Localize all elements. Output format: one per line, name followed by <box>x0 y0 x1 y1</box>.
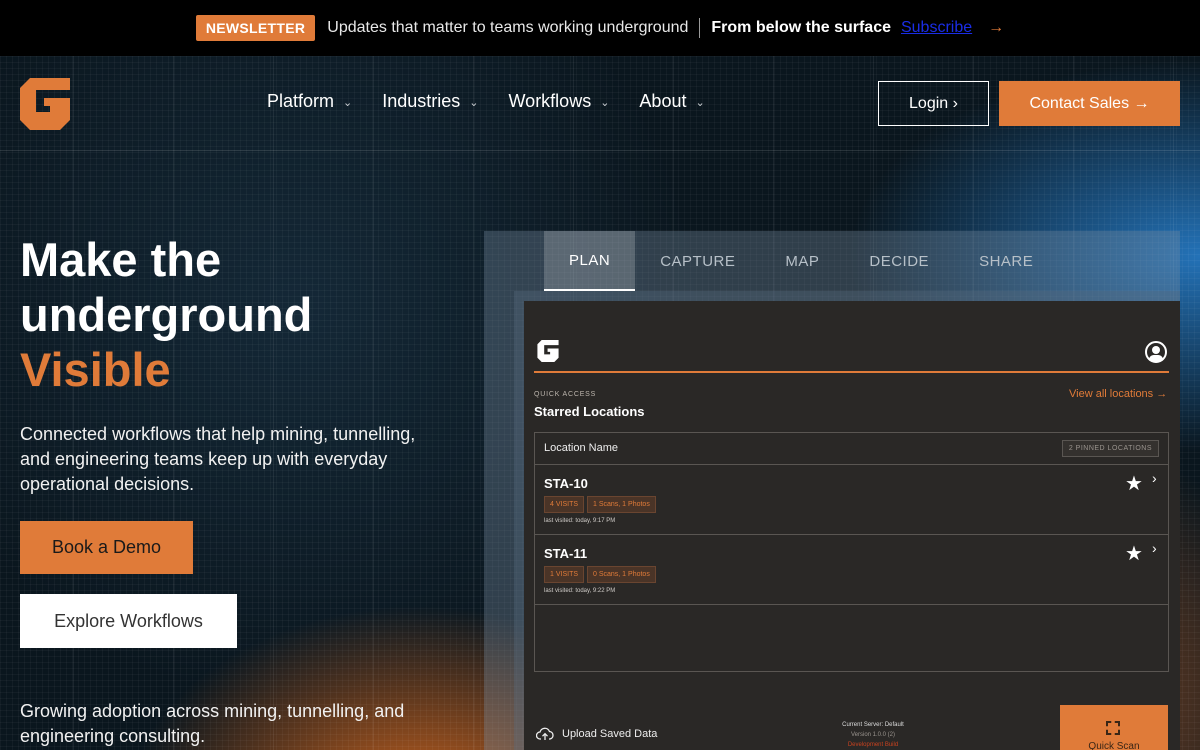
scan-icon <box>1106 721 1120 735</box>
workflow-tabs: PLAN CAPTURE MAP DECIDE SHARE <box>544 231 1058 291</box>
adoption-text: Growing adoption across mining, tunnelli… <box>20 701 405 746</box>
starred-locations-title: Starred Locations <box>534 404 645 419</box>
user-avatar-icon[interactable] <box>1145 341 1167 363</box>
counts-badge: 1 Scans, 1 Photos <box>587 496 656 513</box>
app-header-divider <box>534 371 1169 373</box>
menu-item-workflows[interactable]: Workflows ⌄ <box>509 91 610 112</box>
table-header: Location Name 2 PINNED LOCATIONS <box>535 433 1168 465</box>
subscribe-link[interactable]: Subscribe <box>901 19 972 37</box>
primary-menu: Platform ⌄ Industries ⌄ Workflows ⌄ Abou… <box>267 91 735 112</box>
menu-item-industries[interactable]: Industries ⌄ <box>382 91 478 112</box>
hero-headline: Make the underground Visible <box>20 232 312 397</box>
location-name: STA-11 <box>544 546 588 561</box>
star-icon[interactable]: ★ <box>1125 541 1143 566</box>
view-all-locations-link[interactable]: View all locations → <box>1069 388 1167 400</box>
menu-label: Industries <box>382 91 461 111</box>
newsletter-badge: NEWSLETTER <box>195 15 316 41</box>
quick-scan-label: Quick Scan <box>1088 741 1140 750</box>
visits-badge: 1 VISITS <box>544 566 585 583</box>
last-visited: last visited: today, 9:17 PM <box>544 518 616 524</box>
chevron-right-icon[interactable]: › <box>1152 540 1157 556</box>
version-label: Version 1.0.0 (2) <box>850 732 896 738</box>
chevron-down-icon: ⌄ <box>343 97 353 109</box>
cloud-upload-icon <box>536 727 554 740</box>
column-header-location: Location Name <box>544 442 618 454</box>
newsletter-bar: NEWSLETTER Updates that matter to teams … <box>0 0 1200 56</box>
table-row[interactable]: STA-10 4 VISITS 1 Scans, 1 Photos last v… <box>535 465 1168 535</box>
locations-table: Location Name 2 PINNED LOCATIONS STA-10 … <box>534 432 1169 672</box>
tab-share[interactable]: SHARE <box>954 231 1058 291</box>
divider <box>699 18 701 38</box>
arrow-right-icon[interactable]: → <box>988 19 1004 37</box>
menu-label: Workflows <box>508 91 592 111</box>
pinned-count-badge: 2 PINNED LOCATIONS <box>1061 440 1159 457</box>
location-name: STA-10 <box>544 476 588 491</box>
tab-plan[interactable]: PLAN <box>544 231 636 291</box>
newsletter-message: Updates that matter to teams working und… <box>327 19 689 36</box>
menu-label: About <box>639 91 687 111</box>
login-button[interactable]: Login › <box>878 81 989 126</box>
brand-logo-icon[interactable] <box>20 78 70 130</box>
build-label: Development Build <box>847 742 899 748</box>
server-info: Current Server: Default Version 1.0.0 (2… <box>780 720 966 750</box>
last-visited: last visited: today, 9:22 PM <box>544 588 616 594</box>
visits-badge: 4 VISITS <box>544 496 585 513</box>
newsletter-tagline: From below the surface <box>711 19 891 36</box>
server-label: Current Server: Default <box>842 722 904 728</box>
menu-item-platform[interactable]: Platform ⌄ <box>267 91 352 112</box>
chevron-down-icon: ⌄ <box>695 97 705 109</box>
hero-subheading: Connected workflows that help mining, tu… <box>20 424 416 494</box>
app-logo-icon <box>537 340 559 362</box>
headline-line-2: underground <box>20 288 313 341</box>
quick-access-label: QUICK ACCESS <box>534 391 597 398</box>
chevron-down-icon: ⌄ <box>469 97 479 109</box>
contact-sales-button[interactable]: Contact Sales → <box>999 81 1180 126</box>
chevron-down-icon: ⌄ <box>600 97 610 109</box>
upload-label: Upload Saved Data <box>562 728 658 740</box>
menu-item-about[interactable]: About ⌄ <box>639 91 704 112</box>
headline-accent: Visible <box>20 343 171 396</box>
book-demo-button[interactable]: Book a Demo <box>20 521 193 574</box>
explore-workflows-button[interactable]: Explore Workflows <box>20 594 237 648</box>
menu-label: Platform <box>267 91 335 111</box>
table-row[interactable]: STA-11 1 VISITS 0 Scans, 1 Photos last v… <box>535 535 1168 605</box>
headline-line-1: Make the <box>20 233 222 286</box>
tab-map[interactable]: MAP <box>760 231 844 291</box>
counts-badge: 0 Scans, 1 Photos <box>587 566 656 583</box>
upload-saved-data-button[interactable]: Upload Saved Data <box>536 727 657 741</box>
main-nav: Platform ⌄ Industries ⌄ Workflows ⌄ Abou… <box>0 56 1200 151</box>
chevron-right-icon[interactable]: › <box>1152 470 1157 486</box>
tab-capture[interactable]: CAPTURE <box>635 231 760 291</box>
tab-decide[interactable]: DECIDE <box>844 231 954 291</box>
quick-scan-button[interactable]: Quick Scan <box>1060 705 1168 750</box>
star-icon[interactable]: ★ <box>1125 471 1143 496</box>
